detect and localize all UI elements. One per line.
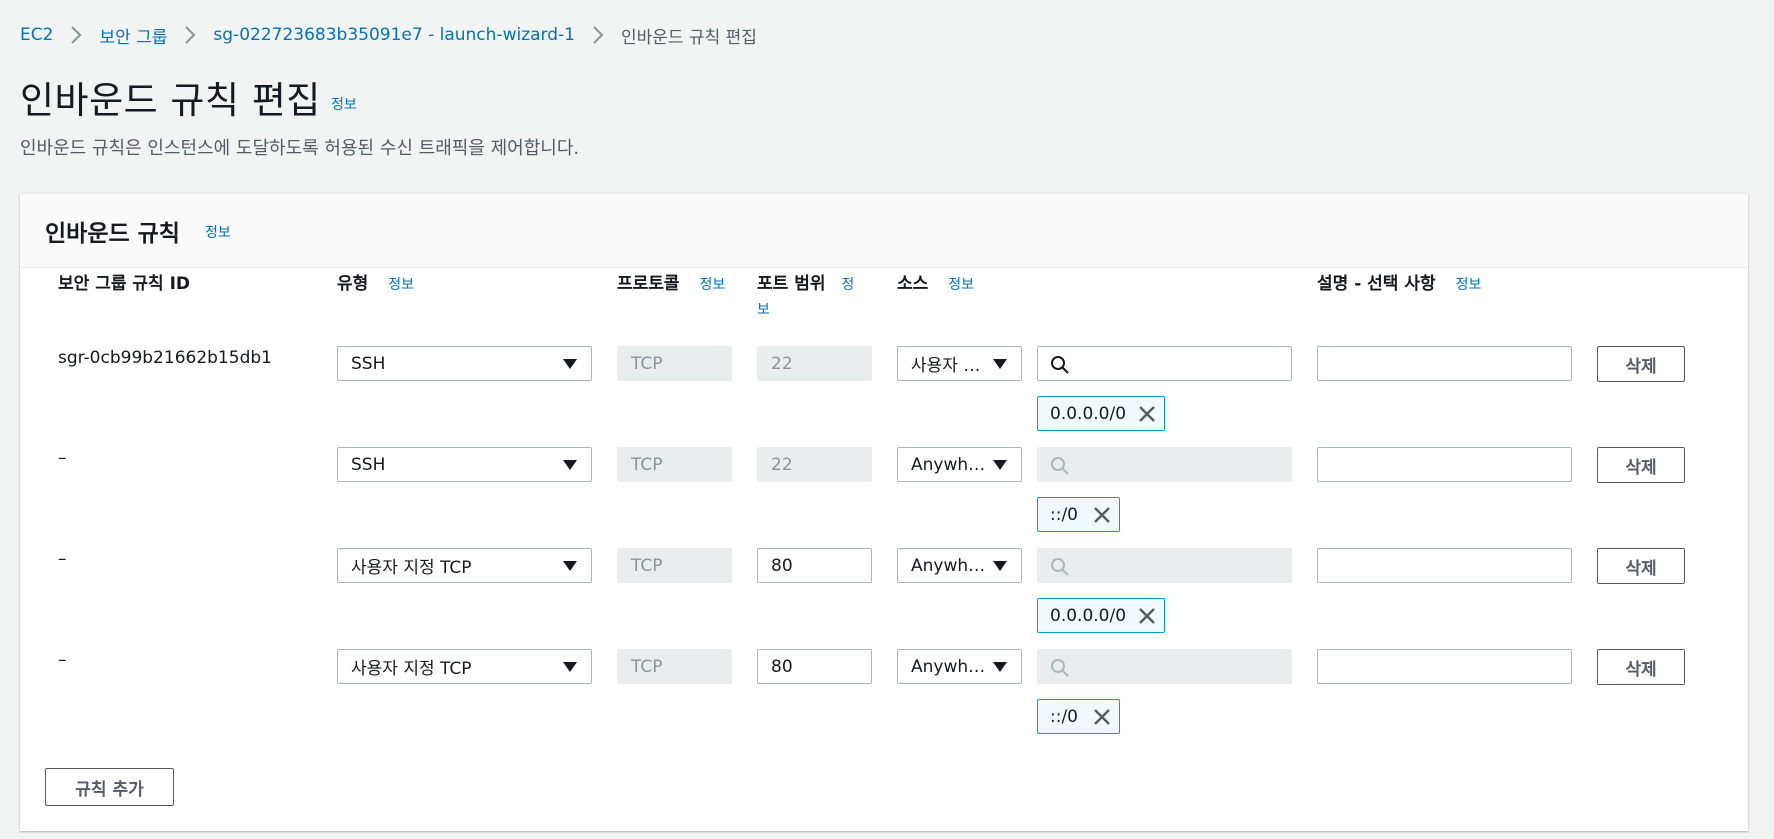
source-info-link[interactable]: 정보 [948, 277, 974, 293]
type-select-value: SSH [351, 353, 386, 374]
inbound-rules-panel: 인바운드 규칙 정보 보안 그룹 규칙 ID 유형 정보 프로토콜 정보 포트 … [20, 193, 1748, 831]
cidr-token: ::/0 [1037, 699, 1120, 734]
add-rule-button[interactable]: 규칙 추가 [45, 768, 174, 806]
column-header-rule-id: 보안 그룹 규칙 ID [58, 274, 191, 294]
rule-id: – [58, 650, 67, 670]
breadcrumb: EC2 보안 그룹 sg-022723683b35091e7 - launch-… [20, 22, 757, 48]
description-input[interactable] [1317, 447, 1572, 482]
type-select-value: 사용자 지정 TCP [351, 659, 472, 679]
column-header-type: 유형 정보 [337, 272, 414, 297]
cidr-token-label: 0.0.0.0/0 [1050, 605, 1127, 626]
caret-down-icon [563, 460, 577, 470]
port-range-input[interactable]: 80 [757, 548, 872, 583]
protocol-info-link[interactable]: 정보 [699, 277, 725, 293]
description-input[interactable] [1317, 346, 1572, 381]
cidr-token: 0.0.0.0/0 [1037, 598, 1165, 633]
caret-down-icon [993, 359, 1007, 369]
column-header-source: 소스 정보 [897, 272, 974, 297]
protocol-field: TCP [617, 447, 732, 482]
column-header-protocol: 프로토콜 정보 [617, 272, 727, 297]
column-header-label: 포트 범위 [757, 274, 826, 294]
port-range-field: 22 [757, 447, 872, 482]
source-select[interactable]: Anywh… [897, 649, 1022, 684]
type-select[interactable]: SSH [337, 346, 592, 381]
caret-down-icon [993, 561, 1007, 571]
close-icon[interactable] [1138, 607, 1156, 630]
cidr-token-label: 0.0.0.0/0 [1050, 403, 1127, 424]
type-select-value: SSH [351, 454, 386, 475]
cidr-search-input [1037, 548, 1292, 583]
delete-button[interactable]: 삭제 [1597, 548, 1685, 584]
caret-down-icon [563, 561, 577, 571]
close-icon[interactable] [1093, 506, 1111, 529]
column-header-label: 설명 - 선택 사항 [1317, 274, 1436, 294]
source-select-value: 사용자 … [911, 356, 981, 376]
description-info-link[interactable]: 정보 [1456, 277, 1482, 293]
column-header-port-range: 포트 범위 정보 [757, 272, 867, 322]
source-select[interactable]: Anywh… [897, 548, 1022, 583]
protocol-field: TCP [617, 548, 732, 583]
caret-down-icon [563, 359, 577, 369]
breadcrumb-ec2[interactable]: EC2 [20, 25, 53, 45]
column-header-label: 소스 [897, 274, 929, 294]
search-icon [1050, 355, 1070, 379]
close-icon[interactable] [1093, 708, 1111, 731]
source-select-value: Anywh… [911, 656, 986, 677]
page-title: 인바운드 규칙 편집 [20, 79, 321, 122]
rule-id: sgr-0cb99b21662b15db1 [58, 348, 272, 368]
description-input[interactable] [1317, 649, 1572, 684]
rule-id: – [58, 448, 67, 468]
protocol-field: TCP [617, 649, 732, 684]
panel-header: 인바운드 규칙 정보 [20, 194, 1748, 268]
type-select-value: 사용자 지정 TCP [351, 558, 472, 578]
caret-down-icon [563, 662, 577, 672]
cidr-token-label: ::/0 [1050, 706, 1078, 727]
breadcrumb-current: 인바운드 규칙 편집 [620, 27, 757, 48]
type-select[interactable]: SSH [337, 447, 592, 482]
source-select-value: Anywh… [911, 454, 986, 475]
source-select[interactable]: Anywh… [897, 447, 1022, 482]
cidr-search-input[interactable] [1037, 346, 1292, 381]
cidr-search-input [1037, 447, 1292, 482]
type-select[interactable]: 사용자 지정 TCP [337, 548, 592, 583]
column-header-label: 프로토콜 [617, 274, 680, 294]
column-header-label: 유형 [337, 274, 369, 294]
search-icon [1050, 658, 1070, 682]
cidr-token: 0.0.0.0/0 [1037, 396, 1165, 431]
chevron-right-icon [61, 22, 91, 48]
protocol-field: TCP [617, 346, 732, 381]
port-range-input[interactable]: 80 [757, 649, 872, 684]
source-select-value: Anywh… [911, 555, 986, 576]
breadcrumb-security-group[interactable]: sg-022723683b35091e7 - launch-wizard-1 [213, 25, 575, 45]
source-select[interactable]: 사용자 … [897, 346, 1022, 381]
panel-title: 인바운드 규칙 [45, 221, 180, 247]
description-input[interactable] [1317, 548, 1572, 583]
type-select[interactable]: 사용자 지정 TCP [337, 649, 592, 684]
panel-info-link[interactable]: 정보 [205, 222, 231, 242]
column-header-description: 설명 - 선택 사항 정보 [1317, 272, 1481, 297]
cidr-token-label: ::/0 [1050, 504, 1078, 525]
chevron-right-icon [583, 22, 613, 48]
close-icon[interactable] [1138, 405, 1156, 428]
page-info-link[interactable]: 정보 [331, 94, 357, 114]
cidr-token: ::/0 [1037, 497, 1120, 532]
search-icon [1050, 456, 1070, 480]
chevron-right-icon [175, 22, 205, 48]
delete-button[interactable]: 삭제 [1597, 447, 1685, 483]
delete-button[interactable]: 삭제 [1597, 649, 1685, 685]
delete-button[interactable]: 삭제 [1597, 346, 1685, 382]
type-info-link[interactable]: 정보 [388, 277, 414, 293]
cidr-search-input [1037, 649, 1292, 684]
page-description: 인바운드 규칙은 인스턴스에 도달하도록 허용된 수신 트래픽을 제어합니다. [20, 138, 580, 159]
caret-down-icon [993, 662, 1007, 672]
breadcrumb-security-groups[interactable]: 보안 그룹 [99, 23, 167, 48]
search-icon [1050, 557, 1070, 581]
rule-id: – [58, 549, 67, 569]
port-range-field: 22 [757, 346, 872, 381]
caret-down-icon [993, 460, 1007, 470]
